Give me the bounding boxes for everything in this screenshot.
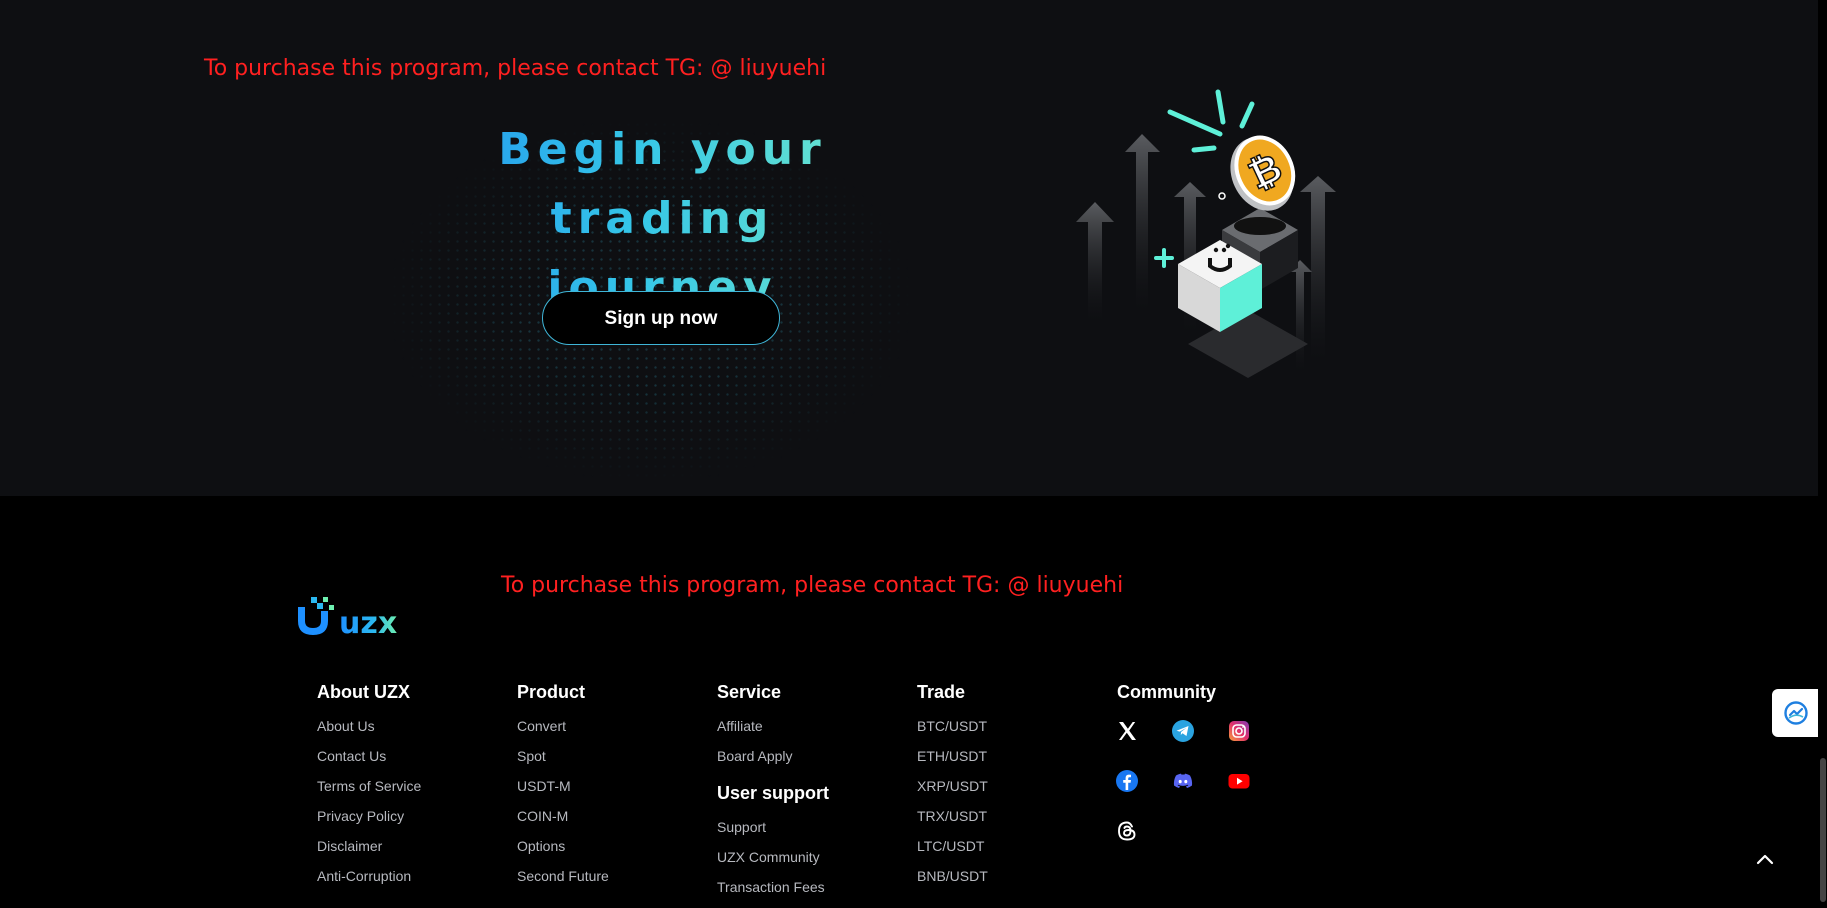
bitcoin-cube-illustration: ₿	[1076, 89, 1336, 378]
footer-link-trx-usdt[interactable]: TRX/USDT	[917, 807, 988, 837]
footer-link-anti-corruption[interactable]: Anti-Corruption	[317, 867, 421, 897]
footer-link-uzx-community[interactable]: UZX Community	[717, 848, 829, 878]
uzx-logo-text: uzx	[339, 606, 397, 639]
scrollbar-thumb[interactable]	[1820, 758, 1826, 902]
footer-link-transaction-fees[interactable]: Transaction Fees	[717, 878, 829, 908]
hero-section: To purchase this program, please contact…	[0, 0, 1818, 496]
hero-title-line1: Begin your trading	[498, 124, 827, 244]
footer-trade-column: Trade BTC/USDT ETH/USDT XRP/USDT TRX/USD…	[917, 680, 988, 897]
footer-community-title: Community	[1117, 682, 1216, 702]
telegram-icon[interactable]	[1171, 719, 1195, 743]
footer-link-board-apply[interactable]: Board Apply	[717, 747, 829, 777]
footer-service-title: Service	[717, 682, 782, 702]
footer-link-coin-m[interactable]: COIN-M	[517, 807, 609, 837]
scroll-to-top-button[interactable]	[1752, 846, 1778, 872]
footer-link-options[interactable]: Options	[517, 837, 609, 867]
footer-service-column: Service Affiliate Board Apply User suppo…	[717, 680, 829, 908]
footer-link-support[interactable]: Support	[717, 818, 829, 848]
footer-link-btc-usdt[interactable]: BTC/USDT	[917, 717, 988, 747]
uzx-logo[interactable]: uzx	[295, 595, 410, 639]
footer-link-affiliate[interactable]: Affiliate	[717, 717, 829, 747]
footer-link-disclaimer[interactable]: Disclaimer	[317, 837, 421, 867]
footer-link-ltc-usdt[interactable]: LTC/USDT	[917, 837, 988, 867]
footer-link-privacy[interactable]: Privacy Policy	[317, 807, 421, 837]
footer-user-support-title: User support	[717, 783, 830, 803]
support-chat-icon	[1784, 701, 1808, 725]
footer-link-usdt-m[interactable]: USDT-M	[517, 777, 609, 807]
footer-trade-title: Trade	[917, 682, 966, 702]
chevron-up-icon	[1756, 854, 1774, 865]
footer-link-second-future[interactable]: Second Future	[517, 867, 609, 897]
footer-link-eth-usdt[interactable]: ETH/USDT	[917, 747, 988, 777]
footer-community-column: Community	[1117, 680, 1216, 704]
x-icon[interactable]	[1115, 719, 1139, 743]
footer-link-about-us[interactable]: About Us	[317, 717, 421, 747]
watermark-text: To purchase this program, please contact…	[204, 56, 827, 81]
threads-icon[interactable]	[1115, 819, 1139, 843]
footer-about-column: About UZX About Us Contact Us Terms of S…	[317, 680, 421, 897]
footer-link-bnb-usdt[interactable]: BNB/USDT	[917, 867, 988, 897]
instagram-icon[interactable]	[1227, 719, 1251, 743]
discord-icon[interactable]	[1171, 769, 1195, 793]
facebook-icon[interactable]	[1115, 769, 1139, 793]
footer-about-title: About UZX	[317, 682, 410, 702]
footer-link-convert[interactable]: Convert	[517, 717, 609, 747]
footer-link-spot[interactable]: Spot	[517, 747, 609, 777]
youtube-icon[interactable]	[1227, 769, 1251, 793]
watermark-text-footer: To purchase this program, please contact…	[501, 573, 1124, 598]
floating-chat-button[interactable]	[1772, 689, 1820, 737]
footer-link-xrp-usdt[interactable]: XRP/USDT	[917, 777, 988, 807]
footer-product-column: Product Convert Spot USDT-M COIN-M Optio…	[517, 680, 609, 897]
signup-button[interactable]: Sign up now	[542, 291, 780, 345]
footer-link-contact-us[interactable]: Contact Us	[317, 747, 421, 777]
footer-link-terms[interactable]: Terms of Service	[317, 777, 421, 807]
footer-product-title: Product	[517, 682, 586, 702]
